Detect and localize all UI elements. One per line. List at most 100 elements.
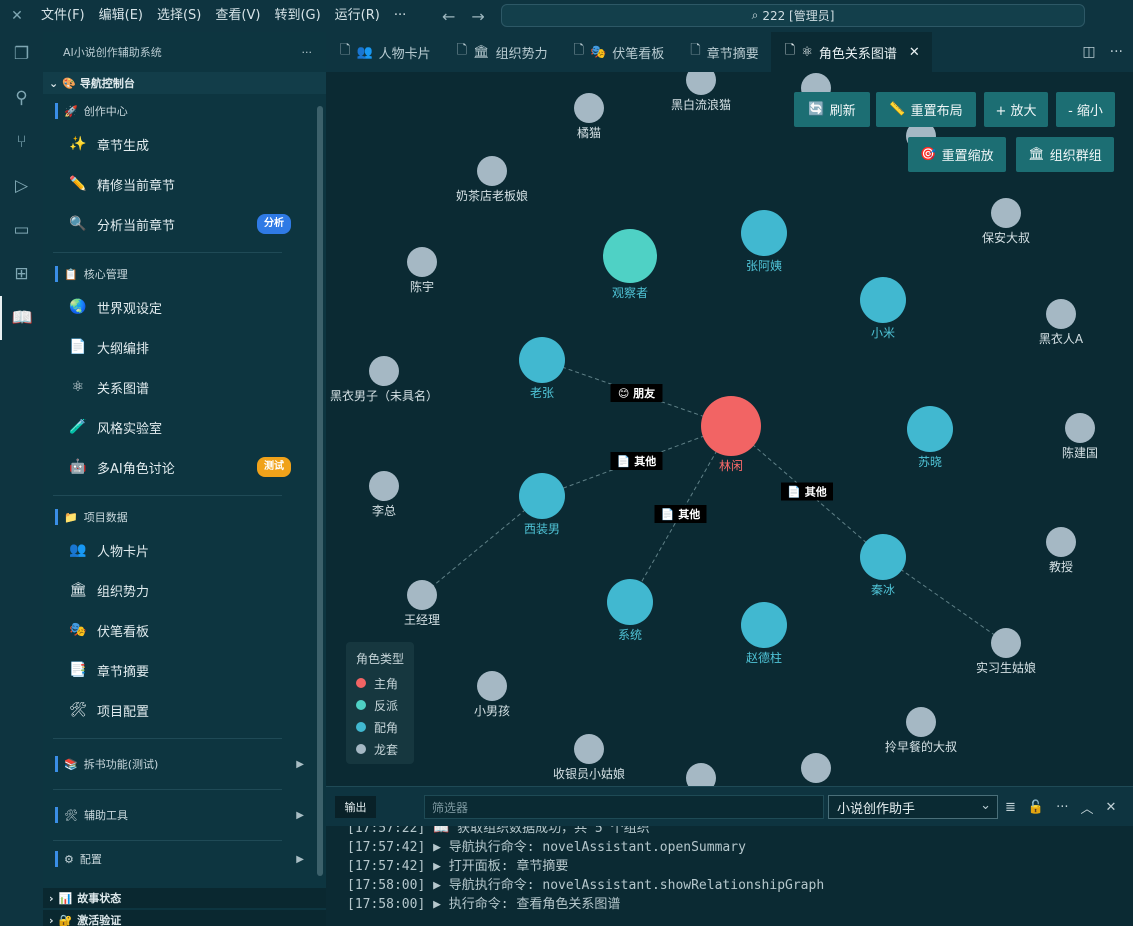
command-center[interactable]: ⌕ 222 [管理员] (501, 4, 1085, 27)
sidebar-title: AI小说创作辅助系统 (63, 46, 162, 59)
graph-node-wangjingli[interactable] (407, 580, 437, 610)
book-icon[interactable]: 📖 (0, 296, 43, 340)
document-icon: 📄 (69, 339, 87, 355)
sidebar-item-project-config[interactable]: 🛠 项目配置 (43, 690, 326, 730)
sidebar-item-outline[interactable]: 📄 大纲编排 (43, 327, 326, 367)
menu-edit[interactable]: 编辑(E) (92, 0, 150, 32)
graph-node-heibai[interactable] (686, 72, 716, 95)
menu-go[interactable]: 转到(G) (267, 0, 327, 32)
tab-actions: ◫ ··· (1082, 32, 1123, 72)
zoom-out-button[interactable]: - 缩小 (1056, 92, 1115, 127)
word-wrap-icon[interactable]: ≣ (1005, 800, 1016, 815)
graph-node-shouyinyuan[interactable] (574, 734, 604, 764)
menu-view[interactable]: 查看(V) (208, 0, 267, 32)
output-tab[interactable]: 输出 (335, 796, 376, 818)
panel-header-nav[interactable]: ⌄ 🎨 导航控制台 (43, 72, 326, 94)
relationship-graph[interactable]: 林闲 观察者 张阿姨 小米 老张 苏晓 西装男 系统 赵德柱 秦冰 黑白流浪猫 橘猫 奶茶店老板娘 保安大… (326, 72, 1133, 786)
tab-relationship-graph[interactable]: 🗋 ⚛ 角色关系图谱 ✕ (770, 32, 932, 72)
tab-chapter-summary[interactable]: 🗋 章节摘要 (676, 32, 770, 72)
graph-node-bottom2[interactable] (801, 753, 831, 783)
source-control-icon[interactable]: ⑂ (0, 120, 43, 164)
panel-header-story-state[interactable]: › 📊 故事状态 (43, 888, 326, 908)
search-icon[interactable]: ⚲ (0, 76, 43, 120)
graph-node-zhaodezhu[interactable] (741, 602, 787, 648)
menu-selection[interactable]: 选择(S) (150, 0, 208, 32)
remote-explorer-icon[interactable]: ▭ (0, 208, 43, 252)
graph-node-laozhang[interactable] (519, 337, 565, 383)
refresh-button[interactable]: 🔄 刷新 (794, 92, 870, 127)
chevron-right-icon: › (49, 913, 54, 926)
lock-icon[interactable]: 🔓 (1028, 800, 1044, 815)
graph-node-suxiao[interactable] (907, 406, 953, 452)
close-icon[interactable]: ✕ (1106, 800, 1117, 815)
split-editor-icon[interactable]: ◫ (1082, 44, 1095, 60)
sidebar-scrollbar[interactable] (317, 106, 323, 876)
sidebar-item-label: 风格实验室 (97, 421, 163, 437)
graph-node-bottom1[interactable] (686, 763, 716, 786)
graph-node-xitong[interactable] (607, 579, 653, 625)
divider (53, 495, 282, 496)
forward-arrow-icon[interactable]: → (471, 7, 484, 26)
reset-zoom-button[interactable]: 🎯 重置缩放 (908, 137, 1006, 172)
sidebar-item-chapter-generate[interactable]: ✨ 章节生成 (43, 124, 326, 164)
explorer-icon[interactable]: ❐ (0, 32, 43, 76)
graph-node-xizhuangnan[interactable] (519, 473, 565, 519)
extensions-icon[interactable]: ⊞ (0, 252, 43, 296)
panel-header-activation[interactable]: › 🔐 激活验证 (43, 910, 326, 926)
graph-node-chenyu[interactable] (407, 247, 437, 277)
zoom-in-button[interactable]: + 放大 (984, 92, 1048, 127)
graph-node-zhangayi[interactable] (741, 210, 787, 256)
graph-canvas[interactable]: 林闲 观察者 张阿姨小米老张苏晓西装男系统赵德柱 秦冰 黑白流浪猫橘猫奶茶店老板娘保安大… (326, 72, 1133, 786)
graph-node-guanchazhe[interactable] (603, 229, 657, 283)
tab-character-cards[interactable]: 🗋 👥 人物卡片 (326, 32, 443, 72)
sidebar-item-multi-ai[interactable]: 🤖 多AI角色讨论 测试 (43, 447, 326, 487)
org-group-button[interactable]: 🏛 组织群组 (1016, 137, 1114, 172)
section-aux-tools[interactable]: 🛠 辅助工具 ▶ (43, 798, 326, 832)
back-arrow-icon[interactable]: ← (442, 7, 455, 26)
graph-node-lizong[interactable] (369, 471, 399, 501)
chevron-up-icon[interactable]: ︿ (1081, 798, 1094, 817)
sidebar-item-refine-chapter[interactable]: ✏️ 精修当前章节 (43, 164, 326, 204)
output-channel-select[interactable]: 小说创作助手 ⌄ (828, 795, 998, 819)
select-value: 小说创作助手 (837, 801, 916, 817)
section-book-split[interactable]: 📚 拆书功能(测试) ▶ (43, 747, 326, 781)
sidebar-item-relationship[interactable]: ⚛ 关系图谱 (43, 367, 326, 407)
graph-node-baoan[interactable] (991, 198, 1021, 228)
sidebar-item-style-lab[interactable]: 🧪 风格实验室 (43, 407, 326, 447)
divider (53, 789, 282, 790)
graph-node-chenjianguo[interactable] (1065, 413, 1095, 443)
graph-node-heiyiA[interactable] (1046, 299, 1076, 329)
sidebar-item-character-cards[interactable]: 👥 人物卡片 (43, 530, 326, 570)
graph-node-shixisheng[interactable] (991, 628, 1021, 658)
relayout-button[interactable]: 📏 重置布局 (876, 92, 976, 127)
output-log[interactable]: [17:57:22] 📖 获取组织数据成功，共 5 个组织 [17:57:42]… (326, 826, 1133, 926)
graph-node-xiaonanhai[interactable] (477, 671, 507, 701)
sidebar-item-label: 章节摘要 (97, 664, 150, 680)
tab-organizations[interactable]: 🗋 🏛 组织势力 (443, 32, 560, 72)
graph-node-qinbing[interactable] (860, 534, 906, 580)
graph-node-naicha[interactable] (477, 156, 507, 186)
sidebar-item-worldview[interactable]: 🌏 世界观设定 (43, 287, 326, 327)
run-debug-icon[interactable]: ▷ (0, 164, 43, 208)
graph-node-jiaoshou[interactable] (1046, 527, 1076, 557)
graph-node-zaocan[interactable] (906, 707, 936, 737)
sidebar-item-organizations[interactable]: 🏛 组织势力 (43, 570, 326, 610)
graph-node-julin[interactable] (574, 93, 604, 123)
more-actions-icon[interactable]: ··· (1110, 44, 1123, 60)
graph-node-linxian[interactable] (701, 396, 761, 456)
sidebar-item-chapter-summary[interactable]: 📑 章节摘要 (43, 650, 326, 690)
section-config[interactable]: ⚙ 配置 ▶ (43, 849, 326, 869)
panel-header-label: 故事状态 (77, 892, 122, 905)
menu-run[interactable]: 运行(R) (328, 0, 387, 32)
tab-foreshadow[interactable]: 🗋 🎭 伏笔看板 (560, 32, 677, 72)
menu-file[interactable]: 文件(F) (34, 0, 92, 32)
sidebar-item-foreshadow[interactable]: 🎭 伏笔看板 (43, 610, 326, 650)
close-icon[interactable]: ✕ (909, 45, 920, 60)
graph-node-xiaomi[interactable] (860, 277, 906, 323)
more-actions-icon[interactable]: ··· (1056, 800, 1068, 815)
filter-input[interactable]: 筛选器 (424, 795, 824, 819)
menu-more[interactable]: ··· (387, 0, 413, 32)
sidebar-item-analyze-chapter[interactable]: 🔍 分析当前章节 分析 (43, 204, 326, 244)
more-actions-icon[interactable]: ··· (302, 46, 313, 59)
graph-node-heiyinan[interactable] (369, 356, 399, 386)
